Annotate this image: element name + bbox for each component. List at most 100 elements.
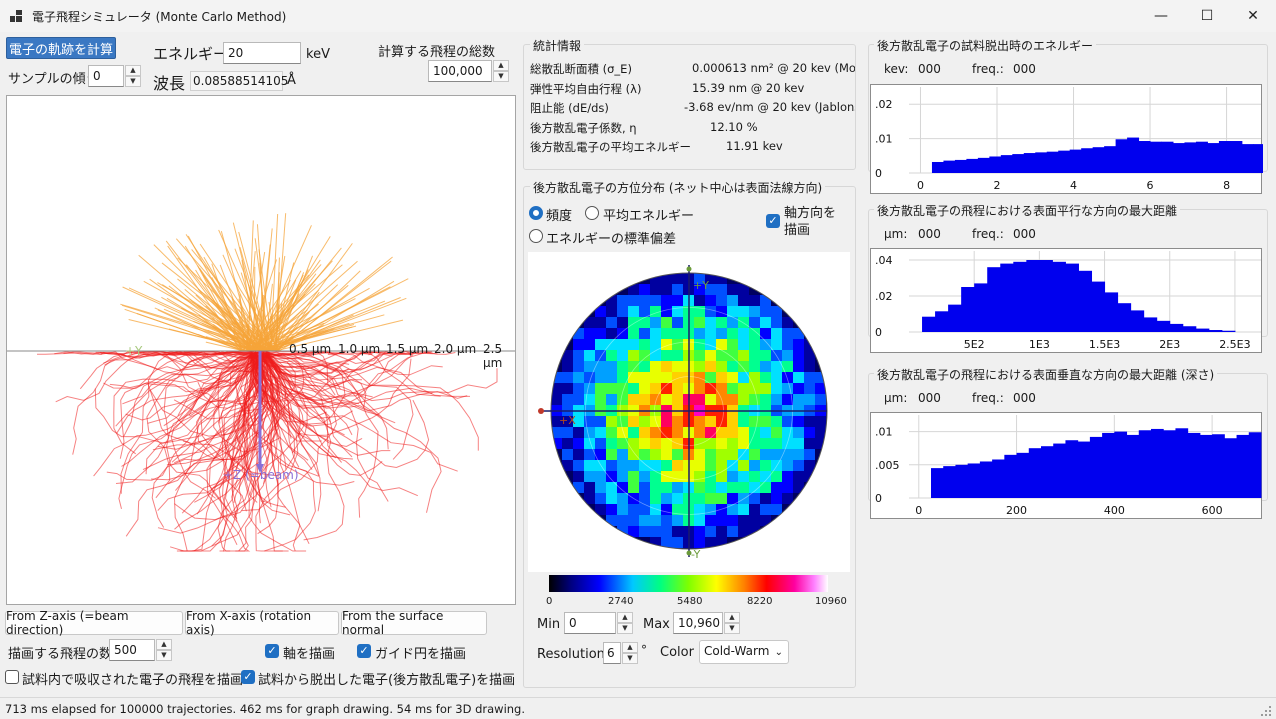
resolution-input[interactable]: 6	[603, 642, 621, 664]
histogram-bar[interactable]	[1130, 310, 1145, 332]
histogram-bar[interactable]	[1195, 328, 1210, 332]
histogram-bar[interactable]	[1012, 154, 1025, 173]
histogram-bar[interactable]	[1236, 434, 1250, 498]
spin-up-icon[interactable]: ▲	[493, 60, 509, 71]
histogram-bar[interactable]	[966, 158, 979, 173]
histogram-bar[interactable]	[1212, 434, 1225, 498]
histogram-bar[interactable]	[1028, 448, 1042, 498]
histogram-bar[interactable]	[931, 468, 944, 498]
tilt-input[interactable]: 0	[88, 65, 124, 87]
calculate-button[interactable]: 電子の軌跡を計算	[6, 37, 116, 59]
histogram-bar[interactable]	[1077, 441, 1091, 498]
histogram-bar[interactable]	[1104, 146, 1117, 173]
min-input[interactable]: 0	[564, 612, 616, 634]
max-stepper[interactable]: ▲ ▼	[724, 612, 740, 634]
radio-energy-std[interactable]	[529, 229, 543, 243]
view-surface-normal-button[interactable]: From the surface normal	[341, 609, 487, 637]
histogram-bar[interactable]	[1248, 432, 1262, 498]
histogram-bar[interactable]	[977, 157, 990, 173]
histogram-bar[interactable]	[1173, 143, 1185, 173]
histogram-bar[interactable]	[943, 160, 956, 173]
histogram-bar[interactable]	[1091, 281, 1106, 332]
radio-mean-energy[interactable]	[585, 206, 599, 220]
tilt-stepper[interactable]: ▲ ▼	[125, 65, 141, 87]
radio-frequency[interactable]	[529, 206, 543, 220]
histogram-bar[interactable]	[954, 159, 967, 173]
spin-up-icon[interactable]: ▲	[724, 612, 740, 623]
histogram-bar[interactable]	[1151, 428, 1164, 498]
resize-grip-icon[interactable]	[1260, 705, 1272, 717]
spin-down-icon[interactable]: ▼	[724, 623, 740, 634]
histogram-bar[interactable]	[992, 459, 1005, 498]
spin-down-icon[interactable]: ▼	[156, 650, 172, 661]
histogram-bar[interactable]	[1161, 141, 1174, 173]
histogram-bar[interactable]	[1069, 149, 1082, 173]
histogram-bar[interactable]	[1039, 260, 1053, 332]
histogram-bar[interactable]	[1208, 330, 1223, 332]
absorbed-checkbox[interactable]	[5, 670, 19, 684]
histogram-bar[interactable]	[1127, 137, 1140, 173]
view-x-axis-button[interactable]: From X-axis (rotation axis)	[185, 609, 339, 637]
histogram-bar[interactable]	[1016, 452, 1030, 498]
histogram-bar[interactable]	[1081, 148, 1094, 173]
histogram-bar[interactable]	[1150, 141, 1163, 173]
view-z-axis-button[interactable]: From Z-axis (=beam direction)	[5, 609, 183, 637]
histogram-svg[interactable]: .02 .01 0 0 2 4 6 8	[871, 85, 1266, 195]
histogram-bar[interactable]	[1052, 261, 1066, 332]
histogram-bar[interactable]	[1163, 430, 1176, 498]
histogram-bar[interactable]	[1065, 263, 1079, 332]
energy-input[interactable]: 20	[223, 42, 301, 64]
histogram-bar[interactable]	[1089, 436, 1103, 498]
spin-down-icon[interactable]: ▼	[622, 653, 638, 664]
close-button[interactable]: ✕	[1230, 0, 1276, 32]
histogram-bar[interactable]	[1218, 141, 1231, 173]
spin-up-icon[interactable]: ▲	[125, 65, 141, 76]
histogram-bar[interactable]	[1138, 141, 1151, 173]
histogram-bar[interactable]	[1041, 446, 1054, 498]
histogram-bar[interactable]	[1115, 139, 1128, 173]
histogram-bar[interactable]	[1013, 261, 1027, 332]
max-input[interactable]: 10,960	[673, 612, 723, 634]
histogram-bar[interactable]	[1156, 320, 1171, 332]
draw-axis-checkbox[interactable]: ✓	[265, 644, 279, 658]
histogram-bar[interactable]	[1000, 155, 1013, 173]
histogram-bar[interactable]	[1195, 141, 1208, 173]
stereonet-panel[interactable]: +Y -Y +X	[528, 252, 850, 572]
histogram-bar[interactable]	[979, 461, 993, 498]
spin-up-icon[interactable]: ▲	[622, 642, 638, 653]
histogram-bar[interactable]	[1175, 428, 1189, 498]
histogram-bar[interactable]	[1092, 147, 1105, 173]
draw-guide-checkbox[interactable]: ✓	[357, 644, 371, 658]
draw-count-input[interactable]: 500	[109, 639, 155, 661]
histogram-plot[interactable]: .02 .01 0 0 2 4 6 8	[870, 84, 1266, 195]
histogram-bar[interactable]	[1046, 151, 1059, 173]
histogram-bar[interactable]	[922, 316, 936, 332]
backscattered-checkbox[interactable]: ✓	[241, 670, 255, 684]
histogram-bar[interactable]	[961, 287, 975, 332]
total-input[interactable]: 100,000	[428, 60, 492, 82]
spin-up-icon[interactable]: ▲	[156, 639, 172, 650]
histogram-bar[interactable]	[1126, 434, 1140, 498]
histogram-bar[interactable]	[1053, 443, 1066, 498]
histogram-bar[interactable]	[1026, 260, 1040, 332]
histogram-bar[interactable]	[948, 304, 962, 332]
histogram-bar[interactable]	[1182, 326, 1197, 332]
histogram-bar[interactable]	[1102, 432, 1115, 498]
histogram-bar[interactable]	[1224, 438, 1238, 498]
trajectory-3d-view[interactable]: +Y 0.5 µm 1.0 µm 1.5 µm 2.0 µm 2.5 µm +Z…	[6, 95, 516, 605]
histogram-bar[interactable]	[1035, 152, 1048, 173]
histogram-bar[interactable]	[1241, 144, 1254, 173]
histogram-plot[interactable]: .01 .005 0 0 200 400 600	[870, 412, 1262, 519]
histogram-bar[interactable]	[943, 466, 956, 498]
spin-up-icon[interactable]: ▲	[617, 612, 633, 623]
histogram-bar[interactable]	[1184, 142, 1197, 173]
histogram-bar[interactable]	[1004, 454, 1018, 498]
histogram-bar[interactable]	[931, 161, 944, 173]
histogram-bar[interactable]	[987, 267, 1001, 332]
draw-count-stepper[interactable]: ▲ ▼	[156, 639, 172, 661]
spin-down-icon[interactable]: ▼	[493, 71, 509, 82]
spin-down-icon[interactable]: ▼	[617, 623, 633, 634]
resolution-stepper[interactable]: ▲ ▼	[622, 642, 638, 664]
histogram-bar[interactable]	[1114, 431, 1128, 498]
histogram-bar[interactable]	[935, 311, 949, 332]
